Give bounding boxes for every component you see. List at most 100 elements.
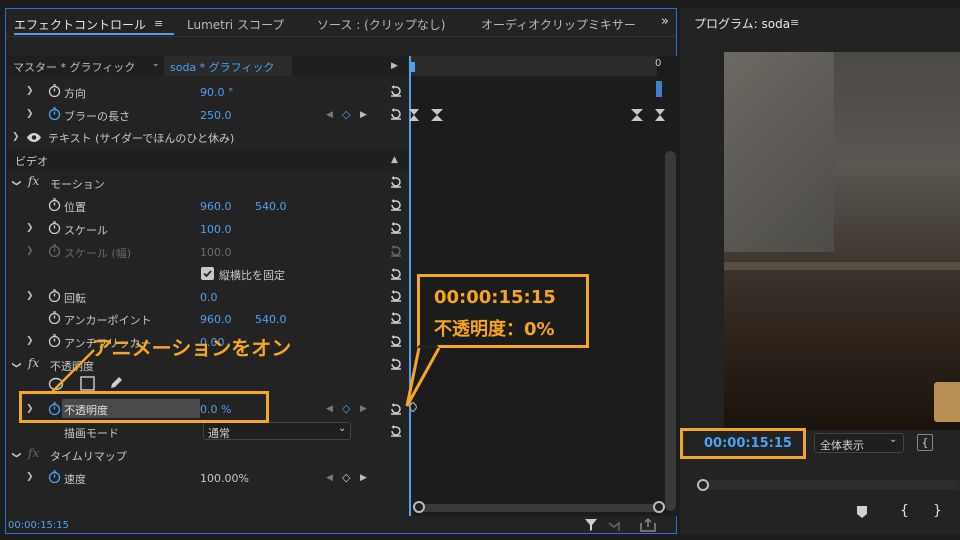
reset-icon[interactable]: [389, 311, 403, 325]
expand-arrow-icon[interactable]: ❯: [26, 336, 34, 346]
expand-arrow-icon[interactable]: ❯: [26, 86, 34, 96]
direction-value[interactable]: 90.0 °: [200, 86, 234, 99]
export-icon[interactable]: [640, 517, 656, 532]
add-keyframe-icon[interactable]: ◇: [342, 402, 350, 415]
mark-out-icon[interactable]: }: [933, 503, 942, 519]
panel-menu-icon[interactable]: ≡: [154, 17, 163, 30]
stopwatch-icon[interactable]: [48, 198, 61, 211]
scrub-handle[interactable]: [697, 479, 709, 491]
eye-icon[interactable]: [26, 132, 42, 143]
tab-audio-clip-mixer[interactable]: オーディオクリップミキサー: [481, 16, 636, 33]
next-keyframe-icon[interactable]: ▶: [360, 110, 367, 120]
reset-icon[interactable]: [389, 334, 403, 348]
playback-scrub-bar[interactable]: [700, 480, 960, 490]
filter-icon[interactable]: [584, 518, 598, 532]
collapse-arrow-icon[interactable]: ❯: [11, 451, 21, 459]
playhead-handle[interactable]: [409, 62, 415, 72]
reset-icon[interactable]: [389, 221, 403, 235]
add-keyframe-icon[interactable]: ◇: [342, 471, 350, 484]
stopwatch-icon[interactable]: [48, 107, 61, 120]
uniform-scale-checkbox[interactable]: [201, 267, 214, 280]
program-timecode[interactable]: 00:00:15:15: [704, 436, 792, 451]
tab-source[interactable]: ソース : (クリップなし): [317, 16, 445, 33]
expand-arrow-icon[interactable]: ❯: [26, 472, 34, 482]
playhead[interactable]: [409, 56, 411, 516]
stopwatch-icon[interactable]: [48, 289, 61, 302]
callout-timecode: 00:00:15:15: [434, 287, 556, 308]
panel-menu-icon[interactable]: ≡: [790, 16, 799, 29]
fx-icon[interactable]: fx: [28, 174, 39, 188]
anchor-x-value[interactable]: 960.0: [200, 313, 232, 326]
add-keyframe-icon[interactable]: ◇: [342, 108, 350, 121]
zoom-handle-right[interactable]: [653, 501, 665, 513]
reset-icon[interactable]: [389, 424, 403, 438]
clip-selector[interactable]: soda * グラフィック: [164, 56, 292, 76]
tab-lumetri-scopes[interactable]: Lumetri スコープ: [187, 16, 284, 33]
loop-audio-icon[interactable]: [608, 518, 624, 532]
chevron-down-icon[interactable]: ⌄: [152, 59, 160, 69]
stopwatch-icon[interactable]: [48, 221, 61, 234]
keyframe-icon[interactable]: [631, 109, 643, 121]
fx-icon[interactable]: fx: [28, 356, 39, 370]
next-keyframe-icon[interactable]: ▶: [360, 404, 367, 414]
mark-in-icon[interactable]: {: [900, 503, 909, 519]
reset-icon[interactable]: [389, 402, 403, 416]
settings-bracket-icon[interactable]: {: [917, 434, 933, 451]
reset-icon[interactable]: [389, 289, 403, 303]
collapse-arrow-icon[interactable]: ❯: [11, 361, 21, 369]
tab-bar: エフェクトコントロール ≡ Lumetri スコープ ソース : (クリップなし…: [6, 9, 676, 37]
program-title[interactable]: プログラム: soda: [694, 15, 790, 32]
reset-icon[interactable]: [389, 175, 403, 189]
stopwatch-icon[interactable]: [48, 84, 61, 97]
zoom-level-dropdown[interactable]: 全体表示 ⌄: [814, 433, 904, 453]
add-marker-icon[interactable]: [856, 505, 868, 519]
keyframe-icon[interactable]: [409, 109, 419, 121]
motion-label: モーション: [50, 178, 105, 191]
tab-effect-controls[interactable]: エフェクトコントロール: [14, 16, 146, 33]
master-clip-row: マスター * グラフィック ⌄ soda * グラフィック ▶: [7, 56, 408, 76]
position-y-value[interactable]: 540.0: [255, 200, 287, 213]
program-video-frame: [724, 52, 960, 430]
timeline-ruler[interactable]: [409, 56, 657, 76]
play-only-icon[interactable]: ▶: [391, 61, 398, 71]
collapse-arrow-icon[interactable]: ❯: [11, 179, 21, 187]
rotation-value[interactable]: 0.0: [200, 291, 218, 304]
video-highlight: [724, 262, 960, 270]
reset-icon[interactable]: [389, 198, 403, 212]
prev-keyframe-icon[interactable]: ◀: [326, 404, 333, 414]
expand-arrow-icon[interactable]: ❯: [26, 109, 34, 119]
blend-mode-dropdown[interactable]: 通常 ⌄: [203, 422, 351, 440]
speed-value[interactable]: 100.00%: [200, 472, 249, 485]
reset-icon[interactable]: [389, 357, 403, 371]
prev-keyframe-icon[interactable]: ◀: [326, 110, 333, 120]
zoom-handle-left[interactable]: [413, 501, 425, 513]
expand-arrow-icon[interactable]: ❯: [26, 291, 34, 301]
master-label[interactable]: マスター * グラフィック: [13, 59, 135, 75]
scale-width-label: スケール (幅): [64, 247, 132, 260]
reset-icon[interactable]: [389, 267, 403, 281]
footer-timecode[interactable]: 00:00:15:15: [8, 520, 69, 531]
fx-icon[interactable]: fx: [28, 446, 39, 460]
keyframe-icon[interactable]: [431, 109, 443, 121]
next-keyframe-icon[interactable]: ▶: [360, 473, 367, 483]
scale-value[interactable]: 100.0: [200, 223, 232, 236]
pen-mask-icon[interactable]: [108, 375, 124, 391]
keyframe-icon[interactable]: [655, 109, 665, 121]
reset-icon[interactable]: [389, 84, 403, 98]
anchor-y-value[interactable]: 540.0: [255, 313, 287, 326]
stopwatch-icon[interactable]: [48, 311, 61, 324]
reset-icon[interactable]: [389, 107, 403, 121]
blur-length-value[interactable]: 250.0: [200, 109, 232, 122]
vertical-scrollbar[interactable]: [665, 151, 676, 511]
prev-keyframe-icon[interactable]: ◀: [326, 473, 333, 483]
expand-arrow-icon[interactable]: ❯: [26, 246, 34, 256]
position-x-value[interactable]: 960.0: [200, 200, 232, 213]
stopwatch-icon[interactable]: [48, 470, 61, 483]
overflow-icon[interactable]: »: [661, 14, 669, 29]
expand-arrow-icon[interactable]: ❯: [26, 223, 34, 233]
expand-arrow-icon[interactable]: ❯: [12, 132, 20, 142]
scale-width-value: 100.0: [200, 246, 232, 259]
timeline-zoom-bar[interactable]: [413, 501, 665, 513]
stopwatch-icon[interactable]: [48, 334, 61, 347]
collapse-up-icon[interactable]: ▲: [391, 155, 398, 165]
